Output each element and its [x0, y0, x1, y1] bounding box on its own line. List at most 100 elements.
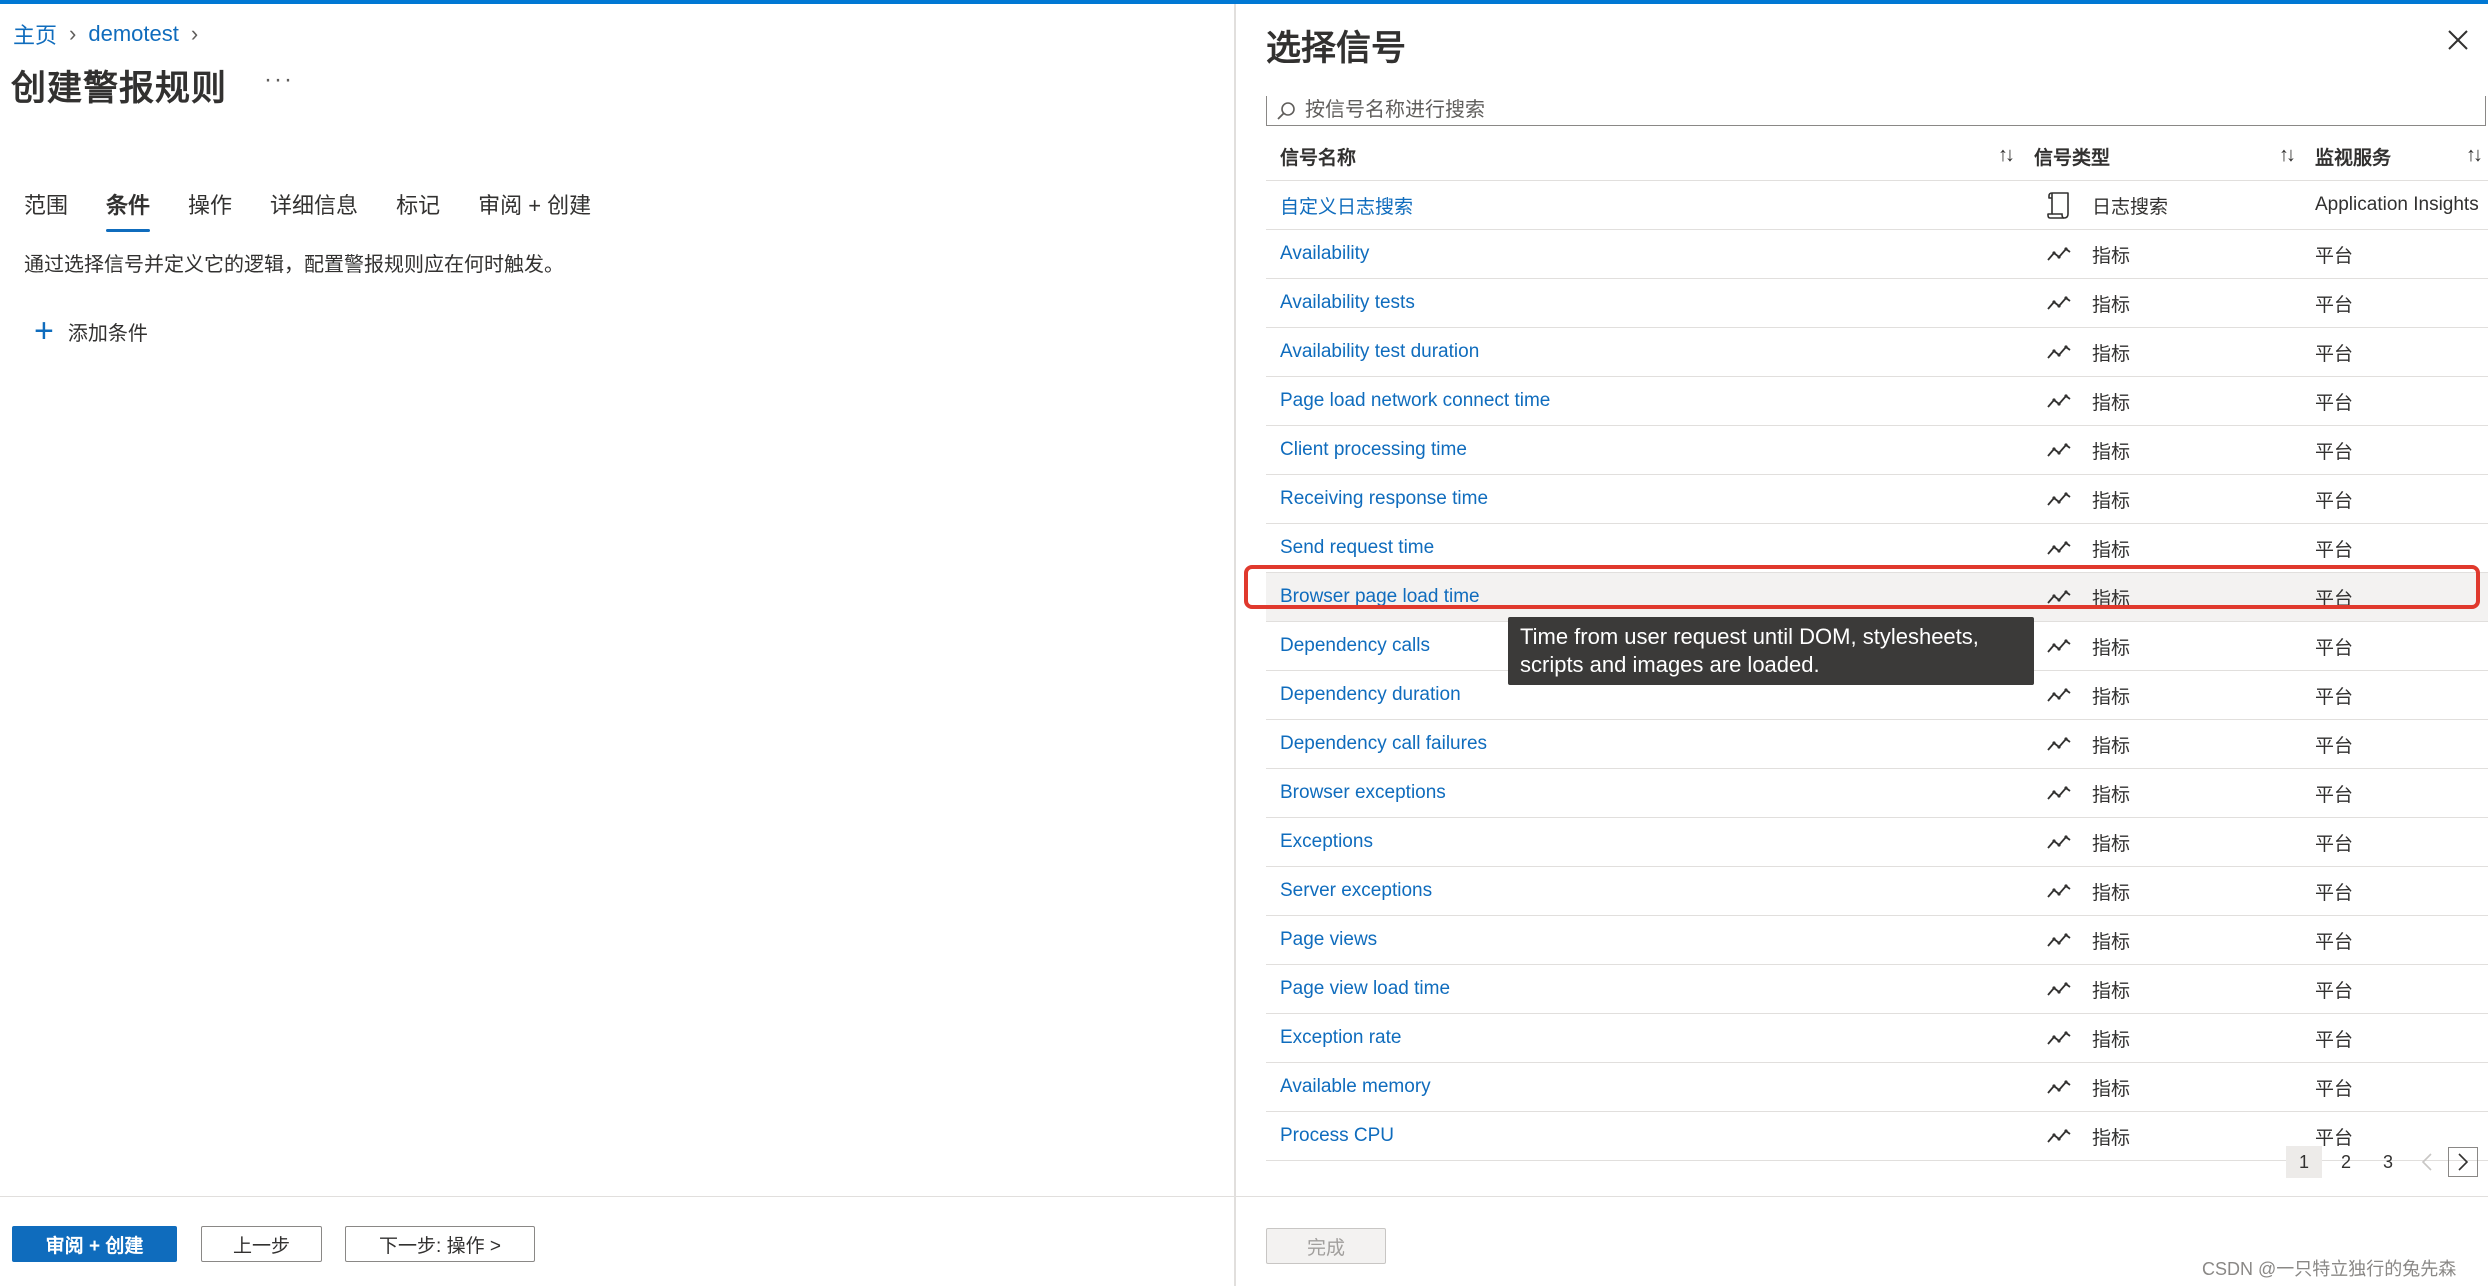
table-row[interactable]: Availability tests 指标 平台: [1266, 279, 2488, 328]
table-row[interactable]: Receiving response time 指标 平台: [1266, 475, 2488, 524]
table-row[interactable]: Availability test duration 指标 平台: [1266, 328, 2488, 377]
column-header-type: 信号类型 ↑↓: [2020, 132, 2301, 180]
signal-search-input[interactable]: [1303, 98, 2407, 123]
signal-type-label: 指标: [2092, 980, 2131, 1002]
tab-tags[interactable]: 标记: [396, 188, 440, 234]
done-button[interactable]: 完成: [1266, 1228, 1386, 1264]
table-header: 信号名称 ↑↓ 信号类型 ↑↓ 监视服务 ↑↓: [1266, 132, 2488, 181]
signal-name-link[interactable]: Page load network connect time: [1266, 378, 2020, 425]
table-row[interactable]: Available memory 指标 平台: [1266, 1063, 2488, 1112]
monitor-service-cell: 平台: [2315, 735, 2354, 757]
create-alert-rule-blade: 主页 › demotest › 创建警报规则 ··· 范围 条件 操作 详细信息…: [0, 4, 1234, 1286]
breadcrumb-demotest[interactable]: demotest: [88, 21, 179, 47]
more-options-button[interactable]: ···: [264, 66, 294, 94]
signal-type-cell: 指标: [2020, 231, 2301, 278]
table-row[interactable]: Send request time 指标 平台: [1266, 524, 2488, 573]
page-1-button[interactable]: 1: [2286, 1146, 2322, 1178]
signal-type-cell: 指标: [2020, 966, 2301, 1013]
signal-name-link[interactable]: Send request time: [1266, 525, 2020, 572]
table-row[interactable]: Page view load time 指标 平台: [1266, 965, 2488, 1014]
signal-type-label: 指标: [2092, 931, 2131, 953]
monitor-service-cell: 平台: [2315, 637, 2354, 659]
sort-icon[interactable]: ↑↓: [2466, 144, 2483, 167]
table-row[interactable]: Exceptions 指标 平台: [1266, 818, 2488, 867]
table-row[interactable]: Browser page load time 指标 平台: [1266, 573, 2488, 622]
review-create-button[interactable]: 审阅 + 创建: [12, 1226, 177, 1262]
metric-icon: [2042, 583, 2076, 611]
tab-scope[interactable]: 范围: [24, 188, 68, 234]
previous-button[interactable]: 上一步: [201, 1226, 322, 1262]
signal-name-link[interactable]: Availability tests: [1266, 280, 2020, 327]
table-row[interactable]: Page load network connect time 指标 平台: [1266, 377, 2488, 426]
search-icon: [1277, 101, 1295, 120]
add-condition-label: 添加条件: [67, 322, 148, 345]
page-2-button[interactable]: 2: [2328, 1146, 2364, 1178]
sort-icon[interactable]: ↑↓: [2279, 144, 2296, 167]
tab-condition[interactable]: 条件: [106, 188, 151, 234]
signal-name-link[interactable]: Server exceptions: [1266, 868, 2020, 915]
signal-name-link[interactable]: 自定义日志搜索: [1266, 182, 2020, 229]
table-row[interactable]: Dependency call failures 指标 平台: [1266, 720, 2488, 769]
signal-name-link[interactable]: Available memory: [1266, 1064, 2020, 1111]
signal-name-link[interactable]: Dependency call failures: [1266, 721, 2020, 768]
metric-icon: [2042, 1073, 2076, 1101]
table-row[interactable]: Client processing time 指标 平台: [1266, 426, 2488, 475]
chevron-right-icon: ›: [69, 21, 77, 46]
next-actions-button[interactable]: 下一步: 操作 >: [345, 1226, 535, 1262]
add-condition-button[interactable]: + 添加条件: [34, 314, 148, 348]
signal-name-link[interactable]: Browser page load time: [1266, 574, 2020, 621]
table-row[interactable]: Availability 指标 平台: [1266, 230, 2488, 279]
metric-icon: [2042, 632, 2076, 660]
signal-name-link[interactable]: Page views: [1266, 917, 2020, 964]
table-row[interactable]: 自定义日志搜索 日志搜索 Application Insights: [1266, 181, 2488, 230]
monitor-service-cell: 平台: [2315, 980, 2354, 1002]
table-row[interactable]: Exception rate 指标 平台: [1266, 1014, 2488, 1063]
watermark: CSDN @一只特立独行的兔先森: [2202, 1259, 2457, 1279]
signal-type-label: 指标: [2092, 882, 2131, 904]
signal-name-link[interactable]: Availability: [1266, 231, 2020, 278]
signal-name-link[interactable]: Exception rate: [1266, 1015, 2020, 1062]
sort-icon[interactable]: ↑↓: [1998, 144, 2015, 167]
signal-type-cell: 指标: [2020, 672, 2301, 719]
signal-name-link[interactable]: Exceptions: [1266, 819, 2020, 866]
monitor-service-cell: 平台: [2315, 392, 2354, 414]
metric-icon: [2042, 926, 2076, 954]
page-title: 创建警报规则: [11, 69, 228, 108]
wizard-tabs: 范围 条件 操作 详细信息 标记 审阅 + 创建: [24, 188, 629, 234]
metric-icon: [2042, 779, 2076, 807]
monitor-service-cell: 平台: [2315, 833, 2354, 855]
footer-divider: [0, 1196, 1234, 1197]
tab-actions[interactable]: 操作: [188, 188, 232, 234]
signal-type-cell: 指标: [2020, 378, 2301, 425]
monitor-service-cell: 平台: [2315, 294, 2354, 316]
signal-type-label: 指标: [2092, 245, 2131, 267]
monitor-service-cell: 平台: [2315, 1029, 2354, 1051]
panel-title: 选择信号: [1266, 29, 1407, 68]
breadcrumb-home[interactable]: 主页: [13, 18, 57, 50]
signal-name-link[interactable]: Page view load time: [1266, 966, 2020, 1013]
metric-icon: [2042, 338, 2076, 366]
close-icon[interactable]: [2446, 28, 2470, 52]
signal-name-link[interactable]: Browser exceptions: [1266, 770, 2020, 817]
page-3-button[interactable]: 3: [2370, 1146, 2406, 1178]
monitor-service-cell: 平台: [2315, 588, 2354, 610]
signal-type-cell: 指标: [2020, 1015, 2301, 1062]
signal-name-link[interactable]: Availability test duration: [1266, 329, 2020, 376]
table-row[interactable]: Page views 指标 平台: [1266, 916, 2488, 965]
signal-type-cell: 指标: [2020, 476, 2301, 523]
table-row[interactable]: Server exceptions 指标 平台: [1266, 867, 2488, 916]
tab-details[interactable]: 详细信息: [270, 188, 358, 234]
signal-name-link[interactable]: Client processing time: [1266, 427, 2020, 474]
signal-name-link[interactable]: Receiving response time: [1266, 476, 2020, 523]
signal-type-label: 指标: [2092, 490, 2131, 512]
signal-type-label: 指标: [2092, 1127, 2131, 1149]
table-row[interactable]: Browser exceptions 指标 平台: [1266, 769, 2488, 818]
signal-type-label: 指标: [2092, 1078, 2131, 1100]
signal-name-link[interactable]: Process CPU: [1266, 1113, 2020, 1160]
signal-type-cell: 指标: [2020, 280, 2301, 327]
signal-tooltip: Time from user request until DOM, styles…: [1508, 617, 2034, 685]
chevron-right-icon: ›: [190, 21, 199, 46]
tab-review-create[interactable]: 审阅 + 创建: [478, 188, 591, 234]
chevron-left-icon[interactable]: [2412, 1147, 2442, 1177]
chevron-right-icon[interactable]: [2448, 1147, 2478, 1177]
